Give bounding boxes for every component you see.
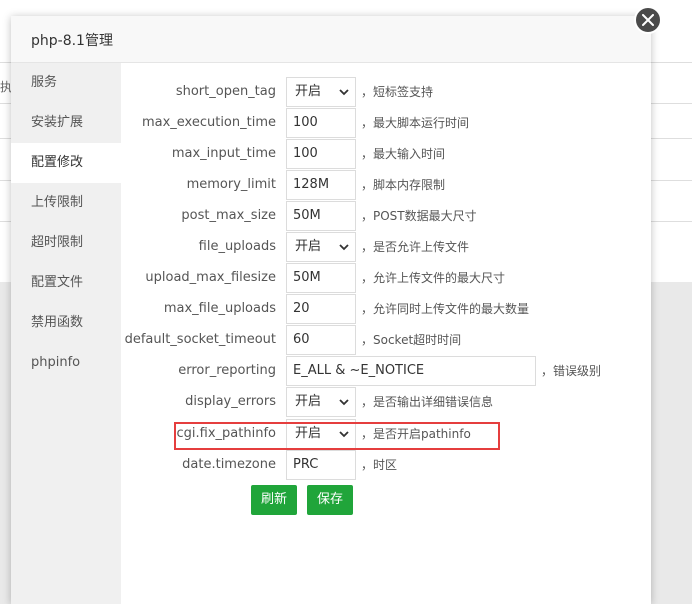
max-execution-time-input[interactable]: 100 — [286, 108, 356, 138]
chevron-down-icon — [339, 244, 349, 251]
setting-row-short-open-tag: short_open_tag 开启 ，短标签支持 — [121, 77, 651, 107]
setting-row-post-max-size: post_max_size 50M ，POST数据最大尺寸 — [121, 201, 651, 231]
setting-description: ，脚本内存限制 — [361, 178, 446, 192]
sidebar-item-install-extensions[interactable]: 安装扩展 — [11, 103, 121, 143]
setting-description: ，是否输出详细错误信息 — [361, 395, 494, 409]
sidebar-item-config-edit[interactable]: 配置修改 — [11, 143, 121, 183]
select-value: 开启 — [295, 394, 322, 409]
setting-description: ，POST数据最大尺寸 — [361, 209, 477, 223]
chevron-down-icon — [339, 399, 349, 406]
setting-description: ，是否允许上传文件 — [361, 240, 470, 254]
default-socket-timeout-input[interactable]: 60 — [286, 325, 356, 355]
select-value: 开启 — [295, 84, 322, 99]
setting-label: post_max_size — [181, 208, 276, 223]
refresh-button[interactable]: 刷新 — [251, 485, 297, 515]
setting-label: max_execution_time — [141, 115, 276, 130]
setting-row-display-errors: display_errors 开启 ，是否输出详细错误信息 — [121, 387, 651, 417]
setting-row-file-uploads: file_uploads 开启 ，是否允许上传文件 — [121, 232, 651, 262]
setting-label: max_file_uploads — [163, 301, 276, 316]
sidebar-item-upload-limit[interactable]: 上传限制 — [11, 183, 121, 223]
setting-description: ，错误级别 — [541, 364, 602, 378]
sidebar-item-service[interactable]: 服务 — [11, 63, 121, 103]
setting-row-upload-max-filesize: upload_max_filesize 50M ，允许上传文件的最大尺寸 — [121, 263, 651, 293]
post-max-size-input[interactable]: 50M — [286, 201, 356, 231]
setting-label: memory_limit — [186, 177, 276, 192]
setting-label: display_errors — [185, 394, 276, 409]
setting-row-error-reporting: error_reporting E_ALL & ~E_NOTICE ，错误级别 — [121, 356, 651, 386]
sidebar: 服务 安装扩展 配置修改 上传限制 超时限制 配置文件 禁用函数 phpinfo — [11, 63, 121, 604]
setting-description: ，短标签支持 — [361, 85, 434, 99]
setting-row-max-execution-time: max_execution_time 100 ，最大脚本运行时间 — [121, 108, 651, 138]
save-button[interactable]: 保存 — [307, 485, 353, 515]
close-button[interactable] — [634, 6, 662, 34]
setting-row-date-timezone: date.timezone PRC ，时区 — [121, 450, 651, 480]
setting-description: ，允许同时上传文件的最大数量 — [361, 302, 530, 316]
upload-max-filesize-input[interactable]: 50M — [286, 263, 356, 293]
dialog-header: php-8.1管理 — [11, 16, 651, 63]
chevron-down-icon — [339, 89, 349, 96]
setting-description: ，Socket超时时间 — [361, 333, 462, 347]
display-errors-select[interactable]: 开启 — [286, 387, 356, 417]
file-uploads-select[interactable]: 开启 — [286, 232, 356, 262]
setting-description: ，最大输入时间 — [361, 147, 446, 161]
setting-row-default-socket-timeout: default_socket_timeout 60 ，Socket超时时间 — [121, 325, 651, 355]
setting-label: short_open_tag — [175, 84, 276, 99]
max-input-time-input[interactable]: 100 — [286, 139, 356, 169]
setting-description: ，允许上传文件的最大尺寸 — [361, 271, 506, 285]
setting-label: max_input_time — [171, 146, 276, 161]
setting-row-max-input-time: max_input_time 100 ，最大输入时间 — [121, 139, 651, 169]
setting-row-memory-limit: memory_limit 128M ，脚本内存限制 — [121, 170, 651, 200]
sidebar-item-phpinfo[interactable]: phpinfo — [11, 343, 121, 383]
highlight-box — [174, 422, 500, 450]
setting-label: file_uploads — [198, 239, 276, 254]
setting-row-max-file-uploads: max_file_uploads 20 ，允许同时上传文件的最大数量 — [121, 294, 651, 324]
select-value: 开启 — [295, 239, 322, 254]
setting-description: ，最大脚本运行时间 — [361, 116, 470, 130]
sidebar-item-disabled-functions[interactable]: 禁用函数 — [11, 303, 121, 343]
max-file-uploads-input[interactable]: 20 — [286, 294, 356, 324]
setting-label: default_socket_timeout — [124, 332, 276, 347]
short-open-tag-select[interactable]: 开启 — [286, 77, 356, 107]
setting-label: upload_max_filesize — [145, 270, 276, 285]
sidebar-item-timeout-limit[interactable]: 超时限制 — [11, 223, 121, 263]
setting-description: ，时区 — [361, 458, 398, 472]
memory-limit-input[interactable]: 128M — [286, 170, 356, 200]
setting-label: date.timezone — [182, 457, 276, 472]
close-icon — [642, 14, 654, 26]
setting-label: error_reporting — [178, 363, 276, 378]
error-reporting-input[interactable]: E_ALL & ~E_NOTICE — [286, 356, 536, 386]
sidebar-item-config-file[interactable]: 配置文件 — [11, 263, 121, 303]
date-timezone-input[interactable]: PRC — [286, 450, 356, 480]
dialog-title: php-8.1管理 — [31, 33, 113, 49]
